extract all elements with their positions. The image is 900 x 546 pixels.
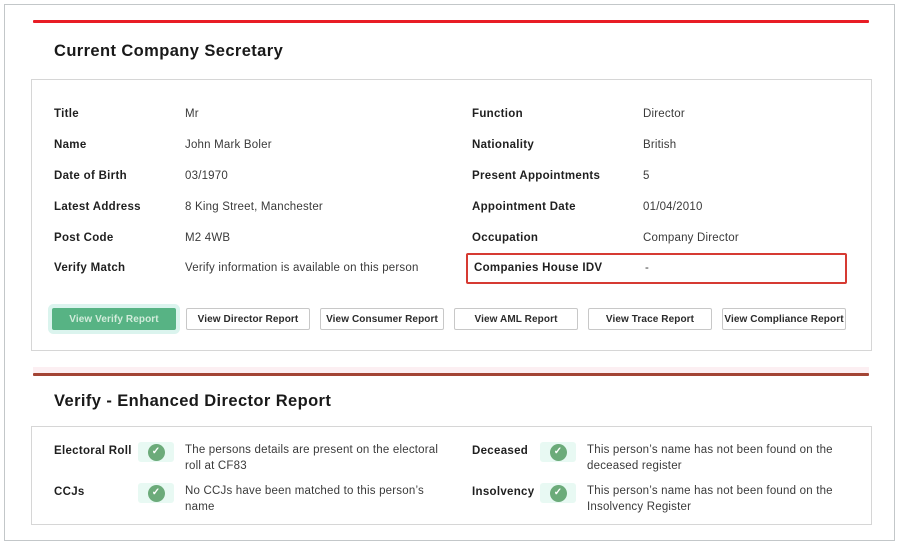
field-label: Nationality xyxy=(472,139,643,151)
check-circle-icon: ✓ xyxy=(550,485,567,502)
check-circle-icon: ✓ xyxy=(148,444,165,461)
field-row-companies-house-idv-highlighted: Companies House IDV - xyxy=(466,253,847,284)
check-row-ccjs: CCJs ✓ No CCJs have been matched to this… xyxy=(48,483,440,515)
field-value: 03/1970 xyxy=(185,170,228,182)
view-consumer-report-button[interactable]: View Consumer Report xyxy=(320,308,444,330)
view-trace-report-button[interactable]: View Trace Report xyxy=(588,308,712,330)
check-circle-icon: ✓ xyxy=(550,444,567,461)
check-label: Electoral Roll xyxy=(54,442,138,457)
section-title-verify-enhanced-director-report: Verify - Enhanced Director Report xyxy=(54,392,331,411)
field-label: Verify Match xyxy=(54,262,185,274)
field-label: Occupation xyxy=(472,232,643,244)
view-director-report-button[interactable]: View Director Report xyxy=(186,308,310,330)
check-halo: ✓ xyxy=(540,483,576,503)
field-value: Company Director xyxy=(643,232,739,244)
check-label: CCJs xyxy=(54,483,138,498)
field-row-verify-match: Verify Match Verify information is avail… xyxy=(48,253,440,284)
secretary-fields-right-column: Function Director Nationality British Pr… xyxy=(466,99,847,284)
field-value: M2 4WB xyxy=(185,232,230,244)
field-value: 01/04/2010 xyxy=(643,201,703,213)
check-description: This person’s name has not been found on… xyxy=(587,483,856,515)
check-description: This person’s name has not been found on… xyxy=(587,442,856,474)
check-halo: ✓ xyxy=(138,483,174,503)
field-value: Verify information is available on this … xyxy=(185,262,419,274)
check-label: Insolvency xyxy=(472,483,540,498)
field-row-nationality: Nationality British xyxy=(466,130,847,161)
check-row-insolvency: Insolvency ✓ This person’s name has not … xyxy=(466,483,856,515)
view-aml-report-button[interactable]: View AML Report xyxy=(454,308,578,330)
check-circle-icon: ✓ xyxy=(148,485,165,502)
field-label: Latest Address xyxy=(54,201,185,213)
field-row-appointment-date: Appointment Date 01/04/2010 xyxy=(466,191,847,222)
field-label: Companies House IDV xyxy=(474,262,645,274)
field-label: Date of Birth xyxy=(54,170,185,182)
check-halo: ✓ xyxy=(138,442,174,462)
field-label: Appointment Date xyxy=(472,201,643,213)
check-label: Deceased xyxy=(472,442,540,457)
field-label: Function xyxy=(472,108,643,120)
view-compliance-report-button[interactable]: View Compliance Report xyxy=(722,308,846,330)
field-row-name: Name John Mark Boler xyxy=(48,130,440,161)
field-value: Mr xyxy=(185,108,199,120)
secretary-fields-left-column: Title Mr Name John Mark Boler Date of Bi… xyxy=(48,99,440,284)
check-row-deceased: Deceased ✓ This person’s name has not be… xyxy=(466,442,856,474)
field-row-present-appointments: Present Appointments 5 xyxy=(466,161,847,192)
top-divider-line xyxy=(33,20,869,23)
view-verify-report-button[interactable]: View Verify Report xyxy=(52,308,176,330)
field-label: Title xyxy=(54,108,185,120)
check-description: No CCJs have been matched to this person… xyxy=(185,483,440,515)
field-value: John Mark Boler xyxy=(185,139,272,151)
field-label: Post Code xyxy=(54,232,185,244)
secretary-details-card: Title Mr Name John Mark Boler Date of Bi… xyxy=(31,79,872,351)
bottom-divider-line xyxy=(33,373,869,376)
field-value: 8 King Street, Manchester xyxy=(185,201,323,213)
field-label: Name xyxy=(54,139,185,151)
check-halo: ✓ xyxy=(540,442,576,462)
verify-checks-right-column: Deceased ✓ This person’s name has not be… xyxy=(466,442,856,524)
field-row-occupation: Occupation Company Director xyxy=(466,222,847,253)
field-label: Present Appointments xyxy=(472,170,643,182)
check-row-electoral-roll: Electoral Roll ✓ The persons details are… xyxy=(48,442,440,474)
field-row-date-of-birth: Date of Birth 03/1970 xyxy=(48,161,440,192)
verify-report-card: Electoral Roll ✓ The persons details are… xyxy=(31,426,872,525)
verify-checks-left-column: Electoral Roll ✓ The persons details are… xyxy=(48,442,440,524)
report-page: Current Company Secretary Title Mr Name … xyxy=(4,4,895,541)
field-value: British xyxy=(643,139,676,151)
field-value: 5 xyxy=(643,170,650,182)
report-buttons-row: View Verify Report View Director Report … xyxy=(52,308,846,330)
field-value: - xyxy=(645,262,649,274)
section-title-current-company-secretary: Current Company Secretary xyxy=(54,42,283,61)
field-row-post-code: Post Code M2 4WB xyxy=(48,222,440,253)
check-description: The persons details are present on the e… xyxy=(185,442,440,474)
field-row-latest-address: Latest Address 8 King Street, Manchester xyxy=(48,191,440,222)
field-value: Director xyxy=(643,108,685,120)
field-row-title: Title Mr xyxy=(48,99,440,130)
field-row-function: Function Director xyxy=(466,99,847,130)
